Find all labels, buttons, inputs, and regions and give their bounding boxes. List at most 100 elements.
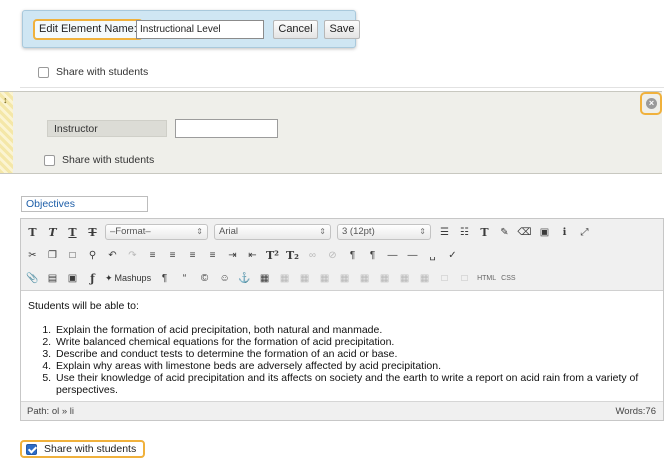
bullet-list-icon[interactable]: ☰ bbox=[437, 224, 452, 240]
format-select-value: –Format– bbox=[110, 226, 151, 237]
divider bbox=[20, 87, 664, 88]
paste-icon[interactable]: □ bbox=[65, 247, 80, 263]
objectives-list: Explain the formation of acid precipitat… bbox=[28, 324, 658, 396]
preview-icon[interactable]: ▣ bbox=[537, 224, 552, 240]
find-icon[interactable]: ⚲ bbox=[85, 247, 100, 263]
share-label-bottom: Share with students bbox=[44, 443, 137, 455]
justify-icon[interactable]: ≡ bbox=[205, 247, 220, 263]
delete-row-icon[interactable]: ▦ bbox=[357, 270, 372, 286]
undo-icon[interactable]: ↶ bbox=[105, 247, 120, 263]
instructor-label: Instructor bbox=[47, 120, 167, 137]
eraser-icon[interactable]: ⌫ bbox=[517, 224, 532, 240]
share-checkbox-instructor[interactable] bbox=[44, 154, 55, 166]
close-icon: × bbox=[646, 98, 657, 109]
text-color-icon[interactable]: T bbox=[477, 224, 492, 240]
math-formula-icon[interactable]: ƒ bbox=[85, 270, 100, 286]
indent-icon[interactable]: ⇥ bbox=[225, 247, 240, 263]
instructor-input[interactable] bbox=[175, 119, 278, 138]
link-icon[interactable]: ∞ bbox=[305, 247, 320, 263]
insert-image-icon[interactable]: ▤ bbox=[45, 270, 60, 286]
merge-cells-icon[interactable]: □ bbox=[457, 270, 472, 286]
size-select[interactable]: 3 (12pt) ⇕ bbox=[337, 224, 431, 240]
underline-icon[interactable]: T bbox=[65, 224, 80, 240]
bold-icon[interactable]: T bbox=[25, 224, 40, 240]
rich-text-editor: T T T T –Format– ⇕ Arial ⇕ 3 (12pt) ⇕ ☰ ☷ T… bbox=[20, 218, 664, 421]
remove-section-button[interactable]: × bbox=[640, 92, 662, 115]
font-select-value: Arial bbox=[219, 226, 239, 237]
css-button[interactable]: CSS bbox=[501, 275, 515, 282]
insert-row-before-icon[interactable]: ▦ bbox=[317, 270, 332, 286]
insert-col-before-icon[interactable]: ▦ bbox=[377, 270, 392, 286]
share-with-students-instructor[interactable]: Share with students bbox=[44, 154, 154, 166]
objectives-title-field[interactable]: Objectives bbox=[21, 196, 148, 212]
list-item: Explain why areas with limestone beds ar… bbox=[54, 360, 658, 372]
share-label-instructor: Share with students bbox=[62, 154, 155, 166]
font-select[interactable]: Arial ⇕ bbox=[214, 224, 331, 240]
redo-icon[interactable]: ↷ bbox=[125, 247, 140, 263]
delete-col-icon[interactable]: ▦ bbox=[417, 270, 432, 286]
cut-icon[interactable]: ✂ bbox=[25, 247, 40, 263]
outdent-icon[interactable]: ⇤ bbox=[245, 247, 260, 263]
paragraph-icon[interactable]: ¶ bbox=[157, 270, 172, 286]
share-checkbox-bottom[interactable] bbox=[26, 443, 37, 455]
superscript-icon[interactable]: T² bbox=[265, 247, 280, 263]
fullscreen-icon[interactable]: ⤢ bbox=[577, 224, 592, 240]
save-button[interactable]: Save bbox=[324, 20, 360, 39]
list-item: Explain the formation of acid precipitat… bbox=[54, 324, 658, 336]
size-select-value: 3 (12pt) bbox=[342, 226, 375, 237]
insert-row-after-icon[interactable]: ▦ bbox=[337, 270, 352, 286]
list-item: Describe and conduct tests to determine … bbox=[54, 348, 658, 360]
emoticon-icon[interactable]: ☺ bbox=[217, 270, 232, 286]
italic-icon[interactable]: T bbox=[45, 224, 60, 240]
share-with-students-top[interactable]: Share with students bbox=[38, 66, 148, 78]
share-checkbox-top[interactable] bbox=[38, 66, 49, 78]
share-label-top: Share with students bbox=[56, 66, 149, 78]
numbered-list-icon[interactable]: ☷ bbox=[457, 224, 472, 240]
horizontal-rule-icon[interactable]: — bbox=[385, 247, 400, 263]
copyright-icon[interactable]: © bbox=[197, 270, 212, 286]
drag-arrows-icon: ↕ bbox=[3, 95, 8, 105]
ltr-icon[interactable]: ¶ bbox=[345, 247, 360, 263]
table-row-props-icon[interactable]: ▦ bbox=[277, 270, 292, 286]
split-cells-icon[interactable]: □ bbox=[437, 270, 452, 286]
share-with-students-bottom[interactable]: Share with students bbox=[20, 440, 146, 458]
instructor-section: ↕ Instructor Share with students × bbox=[0, 91, 662, 174]
highlight-icon[interactable]: ✎ bbox=[497, 224, 512, 240]
content-intro: Students will be able to: bbox=[28, 300, 139, 312]
align-right-icon[interactable]: ≡ bbox=[185, 247, 200, 263]
html-source-button[interactable]: HTML bbox=[477, 275, 496, 282]
attach-file-icon[interactable]: 📎 bbox=[25, 270, 40, 286]
insert-media-icon[interactable]: ▣ bbox=[65, 270, 80, 286]
anchor-icon[interactable]: ⚓ bbox=[237, 270, 252, 286]
editor-content[interactable]: Students will be able to: Explain the fo… bbox=[28, 300, 658, 396]
mashups-menu[interactable]: ✦ Mashups bbox=[105, 270, 151, 286]
rtl-icon[interactable]: ¶ bbox=[365, 247, 380, 263]
format-select[interactable]: –Format– ⇕ bbox=[105, 224, 208, 240]
align-left-icon[interactable]: ≡ bbox=[145, 247, 160, 263]
list-item: Use their knowledge of acid precipitatio… bbox=[54, 372, 658, 396]
table-cell-props-icon[interactable]: ▦ bbox=[297, 270, 312, 286]
mashups-label: Mashups bbox=[114, 273, 152, 283]
subscript-icon[interactable]: T₂ bbox=[285, 247, 300, 263]
info-icon[interactable]: ℹ bbox=[557, 224, 572, 240]
nonbreaking-space-icon[interactable]: ␣ bbox=[425, 247, 440, 263]
table-icon[interactable]: ▦ bbox=[257, 270, 272, 286]
editor-status-bar: Path: ol » li Words:76 bbox=[21, 401, 663, 420]
edit-element-name-popup: Edit Element Name: Cancel Save bbox=[22, 10, 360, 48]
cancel-button[interactable]: Cancel bbox=[273, 20, 318, 39]
line-icon[interactable]: — bbox=[405, 247, 420, 263]
copy-icon[interactable]: ❐ bbox=[45, 247, 60, 263]
unlink-icon[interactable]: ⊘ bbox=[325, 247, 340, 263]
align-center-icon[interactable]: ≡ bbox=[165, 247, 180, 263]
editor-toolbar: T T T T –Format– ⇕ Arial ⇕ 3 (12pt) ⇕ ☰ ☷ T… bbox=[21, 219, 663, 291]
element-name-input[interactable] bbox=[136, 20, 264, 39]
mashups-icon: ✦ bbox=[105, 272, 113, 283]
blockquote-icon[interactable]: “ bbox=[177, 270, 192, 286]
drag-handle[interactable]: ↕ bbox=[0, 92, 13, 173]
insert-col-after-icon[interactable]: ▦ bbox=[397, 270, 412, 286]
spellcheck-icon[interactable]: ✓ bbox=[445, 247, 460, 263]
chevron-down-icon: ⇕ bbox=[319, 227, 326, 236]
chevron-down-icon: ⇕ bbox=[419, 227, 426, 236]
strikethrough-icon[interactable]: T bbox=[85, 224, 100, 240]
chevron-down-icon: ⇕ bbox=[196, 227, 203, 236]
